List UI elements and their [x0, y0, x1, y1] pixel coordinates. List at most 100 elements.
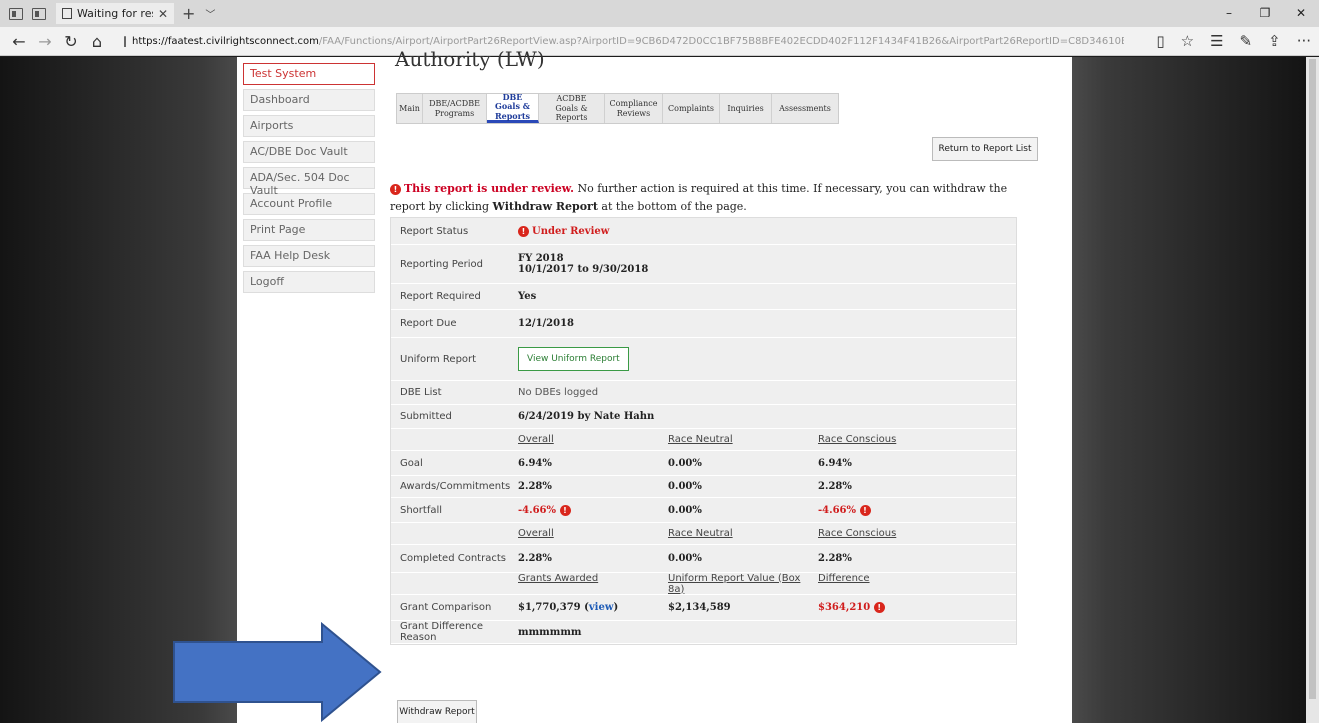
column-header[interactable]: Race Conscious: [818, 434, 968, 445]
tab-actions-icon[interactable]: [9, 7, 23, 20]
required-value: Yes: [518, 291, 537, 302]
tab-preview-icon[interactable]: [32, 7, 46, 20]
view-grants-link[interactable]: view: [589, 602, 614, 613]
browser-tab[interactable]: Waiting for response fr ✕: [56, 3, 174, 24]
notice-tail: at the bottom of the page.: [597, 200, 747, 213]
restore-icon[interactable]: ❐: [1247, 0, 1283, 27]
table-row: Reporting Period FY 2018 10/1/2017 to 9/3…: [391, 245, 1016, 284]
chevron-down-icon[interactable]: ﹀: [205, 6, 215, 21]
scrollbar[interactable]: [1306, 57, 1319, 723]
column-header[interactable]: Race Conscious: [818, 528, 968, 539]
forward-icon[interactable]: →: [32, 32, 58, 51]
column-header[interactable]: Overall: [518, 528, 668, 539]
tab-main[interactable]: Main: [397, 94, 423, 123]
return-to-report-list-button[interactable]: Return to Report List: [932, 137, 1038, 161]
awards-race-neutral: 0.00%: [668, 481, 702, 492]
sidebar-item-acdbe-doc-vault[interactable]: AC/DBE Doc Vault: [243, 141, 375, 163]
tab-inquiries[interactable]: Inquiries: [720, 94, 772, 123]
arrow-shape: [173, 622, 382, 723]
row-label: Goal: [400, 457, 423, 469]
sidebar-item-airports[interactable]: Airports: [243, 115, 375, 137]
tab-dbe-acdbe-programs[interactable]: DBE/ACDBE Programs: [423, 94, 487, 123]
table-row: DBE List No DBEs logged: [391, 381, 1016, 405]
pen-icon[interactable]: ✎: [1240, 32, 1253, 50]
completed-race-neutral: 0.00%: [668, 553, 702, 564]
column-header[interactable]: Grants Awarded: [518, 573, 668, 595]
row-label: Shortfall: [400, 504, 443, 516]
row-label: Report Required: [400, 291, 481, 302]
completed-overall: 2.28%: [518, 553, 552, 564]
section-tabs: Main DBE/ACDBE Programs DBE Goals & Repo…: [396, 92, 839, 124]
warning-icon: !: [390, 183, 401, 195]
new-tab-icon[interactable]: +: [182, 4, 195, 23]
reading-view-icon[interactable]: ▯: [1156, 32, 1164, 50]
sidebar-nav: Test System Dashboard Airports AC/DBE Do…: [243, 63, 375, 297]
page-icon: [62, 8, 72, 19]
close-tab-icon[interactable]: ✕: [158, 7, 168, 21]
home-icon[interactable]: ⌂: [84, 32, 110, 51]
tab-compliance-reviews[interactable]: Compliance Reviews: [605, 94, 663, 123]
scrollbar-thumb[interactable]: [1309, 59, 1316, 699]
page-background-right: [1072, 57, 1306, 723]
tab-assessments[interactable]: Assessments: [772, 94, 838, 123]
review-notice: ! This report is under review. No further…: [390, 180, 1030, 216]
address-bar: ← → ↻ ⌂ https://faatest.civilrightsconne…: [0, 27, 1319, 56]
period-value: FY 2018 10/1/2017 to 9/30/2018: [518, 253, 649, 275]
row-label: Grant Comparison: [400, 602, 492, 613]
tab-dbe-goals-reports[interactable]: DBE Goals & Reports: [487, 92, 539, 123]
shortfall-race-conscious: -4.66% !: [818, 504, 968, 516]
more-icon[interactable]: ···: [1297, 32, 1311, 50]
browser-tab-bar: Waiting for response fr ✕ + ﹀ – ❐ ✕: [0, 0, 1319, 27]
column-header[interactable]: Race Neutral: [668, 528, 818, 539]
tab-acdbe-goals-reports[interactable]: ACDBE Goals & Reports: [539, 94, 605, 123]
table-row: Overall Race Neutral Race Conscious: [391, 429, 1016, 451]
url-path: /FAA/Functions/Airport/AirportPart26Repo…: [318, 35, 1124, 47]
close-window-icon[interactable]: ✕: [1283, 0, 1319, 27]
page-info-icon[interactable]: [124, 35, 126, 47]
favorite-star-icon[interactable]: ☆: [1181, 32, 1194, 50]
tab-title: Waiting for response fr: [77, 7, 153, 20]
row-label: DBE List: [400, 387, 442, 398]
awards-race-conscious: 2.28%: [818, 481, 852, 492]
favorites-hub-icon[interactable]: ☰: [1210, 32, 1223, 50]
tab-complaints[interactable]: Complaints: [663, 94, 720, 123]
sidebar-item-logoff[interactable]: Logoff: [243, 271, 375, 293]
sidebar-item-ada-doc-vault[interactable]: ADA/Sec. 504 Doc Vault: [243, 167, 375, 197]
sidebar-item-dashboard[interactable]: Dashboard: [243, 89, 375, 111]
grant-difference-value: $364,210 !: [818, 602, 968, 613]
column-header[interactable]: Uniform Report Value (Box 8a): [668, 573, 818, 595]
column-header[interactable]: Overall: [518, 434, 668, 445]
completed-race-conscious: 2.28%: [818, 553, 852, 564]
view-uniform-report-button[interactable]: View Uniform Report: [518, 347, 629, 371]
row-label: Awards/Commitments: [400, 481, 511, 492]
table-row: Overall Race Neutral Race Conscious: [391, 523, 1016, 545]
notice-emphasis: This report is under review.: [404, 182, 574, 195]
annotation-arrow: [173, 622, 382, 723]
table-row: Grant Difference Reason mmmmmm: [391, 621, 1016, 644]
sidebar-item-help-desk[interactable]: FAA Help Desk: [243, 245, 375, 267]
url-field[interactable]: https://faatest.civilrightsconnect.com /…: [124, 35, 1124, 47]
withdraw-report-button[interactable]: Withdraw Report: [397, 700, 477, 723]
column-header[interactable]: Race Neutral: [668, 434, 818, 445]
table-row: Shortfall -4.66% ! 0.00% -4.66% !: [391, 498, 1016, 523]
dbe-list-value: No DBEs logged: [518, 387, 599, 398]
table-row: Awards/Commitments 2.28% 0.00% 2.28%: [391, 476, 1016, 498]
share-icon[interactable]: ⇪: [1268, 32, 1281, 50]
sidebar-item-test-system[interactable]: Test System: [243, 63, 375, 85]
grant-difference-reason: mmmmmm: [518, 626, 582, 638]
sidebar-item-account-profile[interactable]: Account Profile: [243, 193, 375, 215]
column-header[interactable]: Difference: [818, 573, 968, 595]
goal-overall: 6.94%: [518, 457, 552, 469]
refresh-icon[interactable]: ↻: [58, 32, 84, 51]
sidebar-item-print-page[interactable]: Print Page: [243, 219, 375, 241]
warning-icon: !: [518, 225, 529, 237]
shortfall-race-neutral: 0.00%: [668, 504, 702, 516]
report-table: Report Status ! Under Review Reporting Pe…: [390, 217, 1017, 645]
back-icon[interactable]: ←: [6, 32, 32, 51]
page-heading: Authority (LW): [395, 47, 545, 71]
row-label: Submitted: [400, 411, 452, 422]
table-row: Report Due 12/1/2018: [391, 310, 1016, 338]
minimize-icon[interactable]: –: [1211, 0, 1247, 27]
row-label: Report Status: [400, 225, 469, 237]
table-row: Grants Awarded Uniform Report Value (Box…: [391, 573, 1016, 595]
